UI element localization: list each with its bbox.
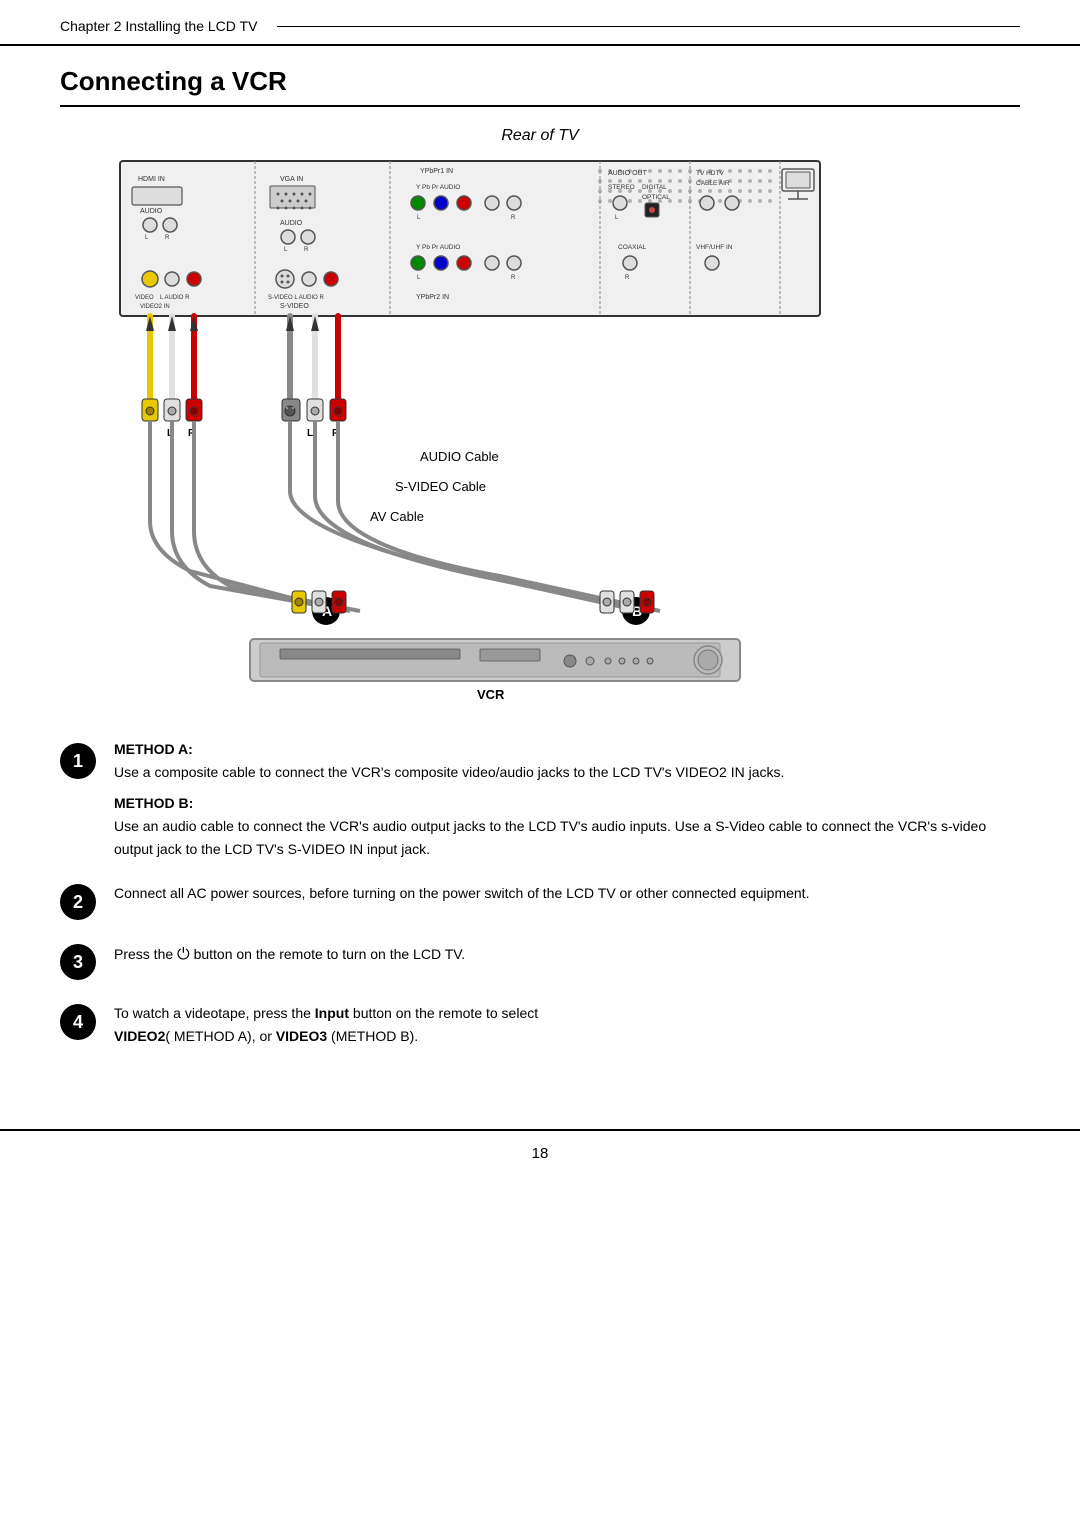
svg-text:HDMI IN: HDMI IN: [138, 176, 165, 183]
svg-text:Y Pb Pr AUDIO: Y Pb Pr AUDIO: [416, 184, 460, 191]
step-1-content: METHOD A: Use a composite cable to conne…: [114, 741, 1020, 860]
step-4-content: To watch a videotape, press the Input bu…: [114, 1002, 1020, 1047]
svg-text:S-VIDEO L AUDIO R: S-VIDEO L AUDIO R: [268, 295, 324, 301]
svg-text:OPTICAL: OPTICAL: [642, 194, 670, 201]
svg-text:R: R: [511, 215, 516, 221]
method-b-text: Use an audio cable to connect the VCR's …: [114, 815, 1020, 860]
step-3-content: Press the ⏻ button on the remote to turn…: [114, 942, 1020, 968]
svg-text:YPbPr1 IN: YPbPr1 IN: [420, 168, 453, 175]
diagram-area: Rear of TV: [60, 127, 1020, 711]
svg-text:S-VIDEO: S-VIDEO: [280, 303, 309, 310]
svg-text:YPbPr2 IN: YPbPr2 IN: [416, 294, 449, 301]
chapter-label: Chapter 2 Installing the LCD TV: [60, 18, 257, 34]
main-content: Connecting a VCR Rear of TV: [0, 46, 1080, 1109]
svg-text:COAXIAL: COAXIAL: [618, 244, 647, 251]
instructions-section: 1 METHOD A: Use a composite cable to con…: [60, 741, 1020, 1047]
method-a-title: METHOD A:: [114, 741, 1020, 757]
svg-text:R: R: [165, 235, 170, 241]
method-a-text: Use a composite cable to connect the VCR…: [114, 761, 1020, 783]
svg-text:VGA IN: VGA IN: [280, 176, 303, 183]
page-number: 18: [532, 1145, 549, 1162]
svg-text:STEREO: STEREO: [608, 184, 635, 191]
step-number-2: 2: [60, 884, 96, 920]
svg-text:VHF/UHF IN: VHF/UHF IN: [696, 244, 733, 251]
svg-text:AUDIO Cable: AUDIO Cable: [420, 449, 499, 464]
svg-text:AUDIO: AUDIO: [140, 208, 163, 215]
step-1: 1 METHOD A: Use a composite cable to con…: [60, 741, 1020, 860]
svg-text:CABLE AIR: CABLE AIR: [696, 180, 730, 187]
step-2-text: Connect all AC power sources, before tur…: [114, 882, 1020, 904]
svg-text:Y Pb Pr AUDIO: Y Pb Pr AUDIO: [416, 244, 460, 251]
svg-text:L: L: [307, 428, 313, 439]
step-2: 2 Connect all AC power sources, before t…: [60, 882, 1020, 920]
svg-text:R: R: [304, 247, 309, 253]
step-3-text: Press the ⏻ button on the remote to turn…: [114, 942, 1020, 968]
svg-text:R: R: [625, 275, 630, 281]
svg-text:AUDIO: AUDIO: [280, 220, 303, 227]
bottom-bar: 18: [0, 1129, 1080, 1176]
page-title: Connecting a VCR: [60, 66, 1020, 107]
svg-text:DIGITAL: DIGITAL: [642, 184, 667, 191]
svg-text:VIDEO2 IN: VIDEO2 IN: [140, 304, 170, 310]
step-4-text: To watch a videotape, press the Input bu…: [114, 1002, 1020, 1047]
svg-text:VIDEO: VIDEO: [135, 295, 154, 301]
step-4: 4 To watch a videotape, press the Input …: [60, 1002, 1020, 1047]
step-number-4: 4: [60, 1004, 96, 1040]
step-3: 3 Press the ⏻ button on the remote to tu…: [60, 942, 1020, 980]
step-number-3: 3: [60, 944, 96, 980]
method-b-title: METHOD B:: [114, 795, 1020, 811]
svg-text:AV Cable: AV Cable: [370, 509, 424, 524]
step-number-1: 1: [60, 743, 96, 779]
svg-text:VCR: VCR: [477, 687, 505, 702]
top-divider: [277, 26, 1020, 27]
svg-text:AUDIO OUT: AUDIO OUT: [608, 170, 648, 177]
svg-text:L AUDIO R: L AUDIO R: [160, 295, 190, 301]
connection-diagram: HDMI IN AUDIO L R VGA IN AUDIO L R YPbPr…: [60, 151, 1020, 711]
rear-tv-label: Rear of TV: [60, 127, 1020, 145]
top-bar: Chapter 2 Installing the LCD TV: [0, 0, 1080, 46]
svg-text:S-VIDEO Cable: S-VIDEO Cable: [395, 479, 486, 494]
svg-text:R: R: [511, 275, 516, 281]
step-2-content: Connect all AC power sources, before tur…: [114, 882, 1020, 904]
svg-text:TV HDTV: TV HDTV: [696, 170, 724, 177]
